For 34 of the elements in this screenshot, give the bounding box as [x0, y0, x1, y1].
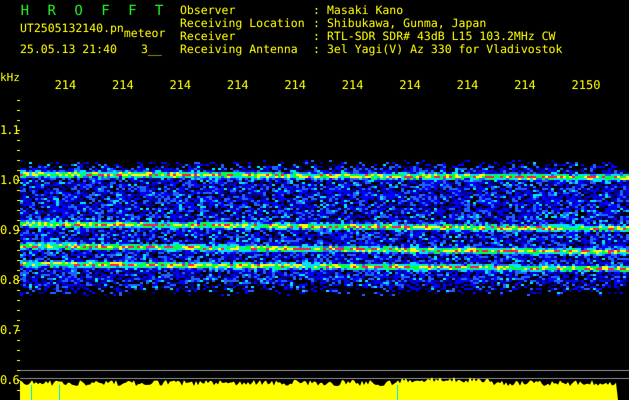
- info-value: Shibukawa, Gunma, Japan: [327, 17, 488, 30]
- info-separator: :: [313, 4, 321, 17]
- frequency-label: 0.8: [0, 273, 17, 287]
- info-separator: :: [313, 43, 321, 56]
- frequency-label: 0.9: [0, 223, 17, 237]
- info-label: Receiving Antenna: [180, 43, 299, 56]
- frequency-label: 0.6: [0, 373, 17, 387]
- time-label: 214: [342, 79, 364, 94]
- time-label: 214: [514, 79, 537, 94]
- time-label: 2150: [572, 79, 602, 94]
- timestamp: 25.05.13 21:40: [20, 43, 117, 55]
- time-label: 214: [456, 79, 480, 94]
- app-title: H R O F F T: [20, 4, 166, 18]
- info-value: Masaki Kano: [327, 4, 404, 17]
- info-value: 3el Yagi(V) Az 330 for Vladivostok: [327, 43, 562, 56]
- info-separator: :: [313, 17, 321, 30]
- info-label: Observer: [180, 4, 236, 17]
- info-label: Receiver: [180, 30, 236, 43]
- axis-unit: kHz: [0, 72, 21, 84]
- event-tag: meteor: [124, 27, 166, 39]
- time-label: 214: [169, 79, 192, 94]
- info-label: Receiving Location: [180, 17, 306, 30]
- info-value: RTL-SDR SDR# 43dB L15 103.2MHz CW: [327, 30, 556, 43]
- time-label: 214: [54, 79, 78, 94]
- file-name: UT2505132140.pn: [20, 22, 124, 34]
- time-label: 214: [112, 79, 135, 94]
- frequency-label: 1.1: [0, 123, 17, 137]
- frequency-label: 0.7: [0, 323, 17, 337]
- time-label: 214: [284, 79, 308, 94]
- event-count: 3__: [140, 43, 162, 55]
- frequency-label: 1.0: [0, 173, 17, 187]
- info-separator: :: [313, 30, 321, 43]
- time-label: 214: [399, 79, 422, 94]
- time-label: 214: [226, 79, 250, 94]
